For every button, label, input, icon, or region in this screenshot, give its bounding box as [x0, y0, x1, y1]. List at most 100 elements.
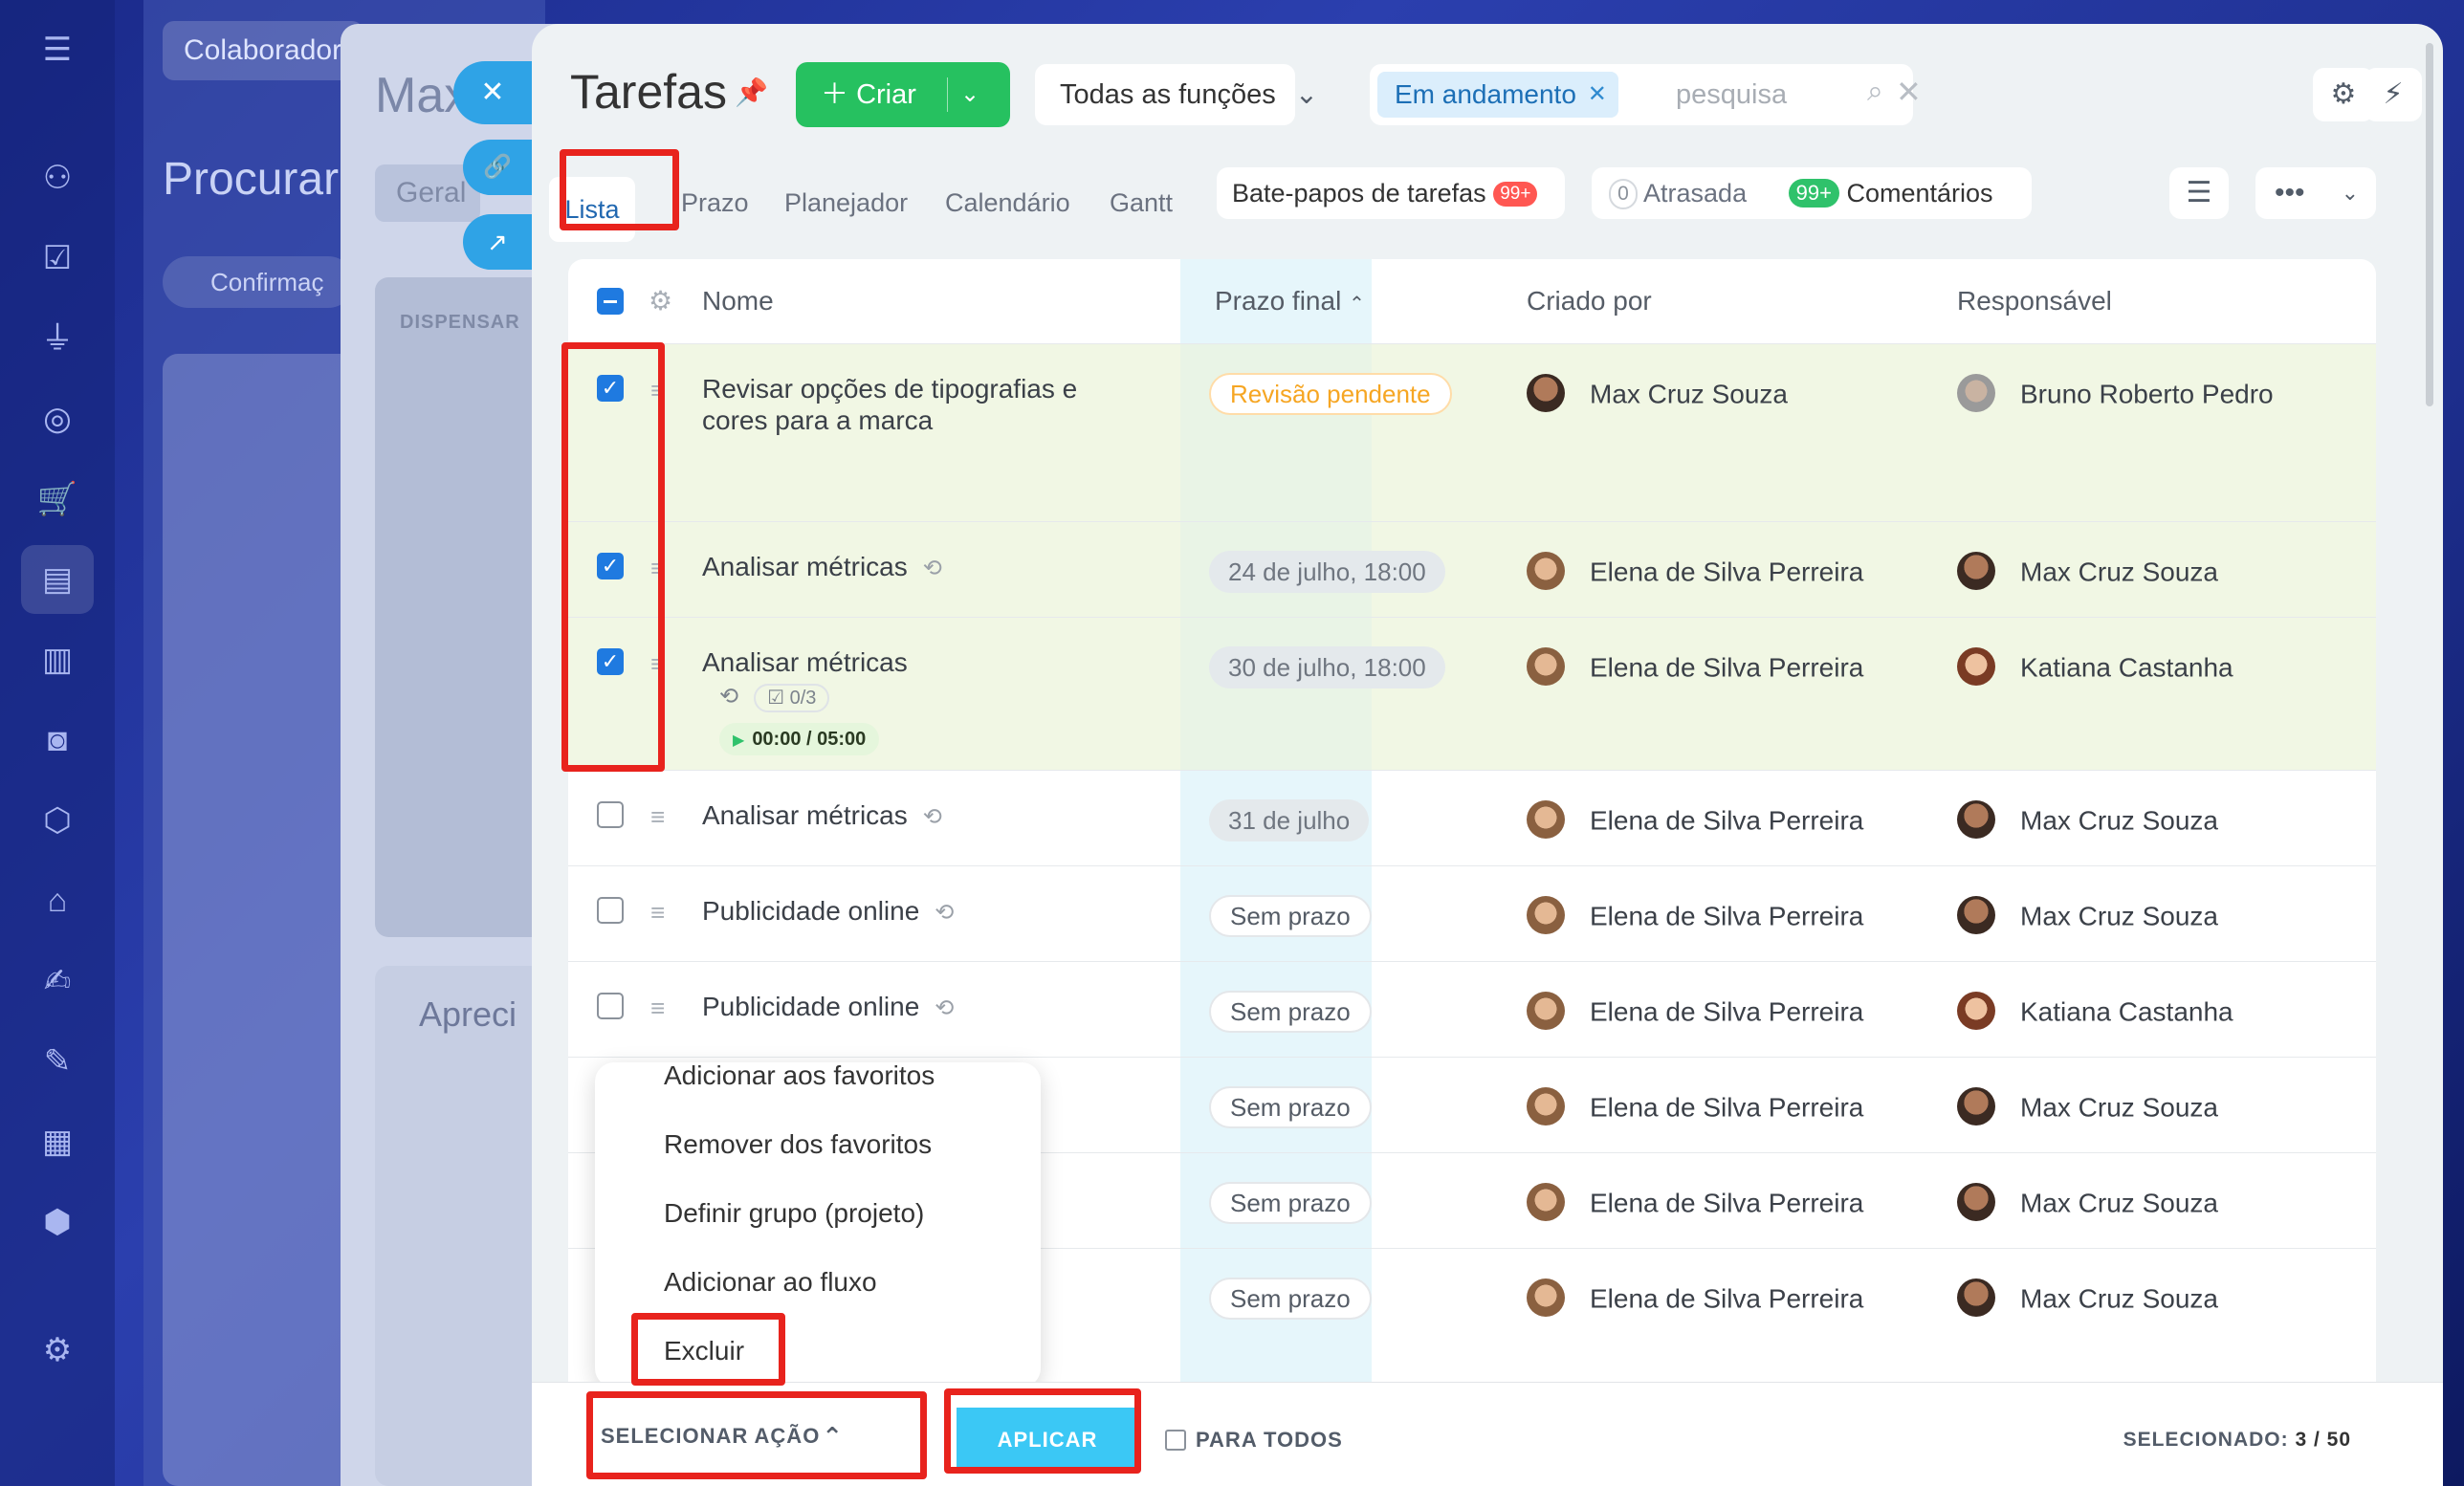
- tab-gantt[interactable]: Gantt: [1110, 188, 1173, 218]
- table-row[interactable]: ≡ Publicidade online ⟲ Sem prazo Elena de…: [568, 961, 2376, 1057]
- table-row[interactable]: ✓ ≡ Revisar opções de tipografias e core…: [568, 343, 2376, 521]
- target-icon[interactable]: ◎: [36, 398, 78, 440]
- close-slider-button[interactable]: ✕: [453, 61, 532, 124]
- tab-calendario[interactable]: Calendário: [945, 188, 1070, 218]
- calendar-icon[interactable]: ▦: [36, 1121, 78, 1163]
- responsible[interactable]: Max Cruz Souza: [1957, 1183, 2218, 1224]
- task-chats-counter[interactable]: Bate-papos de tarefas 99+: [1217, 167, 1565, 219]
- column-settings-icon[interactable]: ⚙: [649, 259, 672, 343]
- more-options-button[interactable]: ••• ⌄: [2255, 167, 2376, 219]
- created-by[interactable]: Elena de Silva Perreira: [1527, 647, 1863, 688]
- copy-link-button[interactable]: 🔗: [463, 140, 532, 195]
- open-new-window-button[interactable]: ↗: [463, 214, 532, 270]
- menu-icon[interactable]: ☰: [36, 29, 78, 71]
- sign-icon[interactable]: ✍: [36, 960, 78, 1002]
- search-icon[interactable]: ⌕: [1867, 76, 1883, 108]
- row-checkbox[interactable]: [597, 897, 624, 924]
- drag-handle-icon[interactable]: ≡: [650, 900, 677, 925]
- table-row[interactable]: ✓ ≡ Analisar métricas ⟲ ☑ 0/3 ▶ 00:00 / 05…: [568, 617, 2376, 770]
- responsible[interactable]: Max Cruz Souza: [1957, 800, 2218, 841]
- responsible[interactable]: Max Cruz Souza: [1957, 552, 2218, 593]
- created-by[interactable]: Elena de Silva Perreira: [1527, 1087, 1863, 1128]
- clear-search-icon[interactable]: ✕: [1896, 74, 1922, 110]
- menu-item-remove-favorites[interactable]: Remover dos favoritos: [664, 1129, 932, 1160]
- responsible[interactable]: Max Cruz Souza: [1957, 1087, 2218, 1128]
- created-by[interactable]: Elena de Silva Perreira: [1527, 552, 1863, 593]
- funnel-icon[interactable]: ⏚: [36, 317, 78, 360]
- task-name[interactable]: Publicidade online ⟲: [702, 991, 1142, 1024]
- deadline-badge[interactable]: Revisão pendente: [1209, 373, 1452, 415]
- automation-button[interactable]: ⚡: [2365, 68, 2422, 121]
- play-icon[interactable]: ▶: [733, 732, 744, 749]
- search-box[interactable]: Em andamento ✕ pesquisa ⌕ ✕: [1370, 64, 1922, 125]
- responsible[interactable]: Katiana Castanha: [1957, 992, 2233, 1033]
- deadline-badge[interactable]: 31 de julho: [1209, 799, 1370, 841]
- checklist-badge[interactable]: ☑ 0/3: [754, 684, 830, 712]
- deadline-badge[interactable]: Sem prazo: [1209, 895, 1372, 937]
- created-by[interactable]: Elena de Silva Perreira: [1527, 896, 1863, 937]
- chevron-down-icon[interactable]: ⌄: [2342, 167, 2359, 219]
- task-name[interactable]: Analisar métricas ⟲: [702, 551, 1142, 584]
- filter-chip-in-progress[interactable]: Em andamento ✕: [1377, 72, 1618, 118]
- created-by[interactable]: Elena de Silva Perreira: [1527, 1278, 1863, 1320]
- deadline-badge[interactable]: Sem prazo: [1209, 1086, 1372, 1128]
- drag-handle-icon[interactable]: ≡: [650, 995, 677, 1020]
- for-all-checkbox-box[interactable]: [1165, 1430, 1186, 1451]
- remove-filter-icon[interactable]: ✕: [1588, 72, 1607, 118]
- pin-icon[interactable]: 📌: [735, 76, 768, 108]
- chevron-down-icon[interactable]: ⌄: [960, 62, 979, 127]
- deadline-badge[interactable]: 24 de julho, 18:00: [1209, 551, 1445, 593]
- deadline-badge[interactable]: 30 de julho, 18:00: [1209, 646, 1445, 688]
- task-name[interactable]: Publicidade online ⟲: [702, 895, 1142, 929]
- hexagon-icon[interactable]: ⬢: [36, 1201, 78, 1243]
- scrollbar[interactable]: [2426, 43, 2433, 406]
- responsible[interactable]: Bruno Roberto Pedro: [1957, 374, 2274, 415]
- task-name[interactable]: Analisar métricas: [702, 646, 1085, 678]
- column-header-deadline[interactable]: Prazo final ⌃: [1215, 259, 1365, 343]
- for-all-checkbox[interactable]: PARA TODOS: [1165, 1383, 1343, 1486]
- task-name[interactable]: Revisar opções de tipografias e cores pa…: [702, 373, 1085, 436]
- created-by[interactable]: Max Cruz Souza: [1527, 374, 1788, 415]
- table-row[interactable]: ≡ Analisar métricas ⟲ 31 de julho Elena d…: [568, 770, 2376, 865]
- settings-icon[interactable]: ⚙: [36, 1329, 78, 1371]
- menu-item-add-favorites[interactable]: Adicionar aos favoritos: [664, 1062, 935, 1091]
- column-header-created-by[interactable]: Criado por: [1527, 259, 1652, 343]
- responsible[interactable]: Katiana Castanha: [1957, 647, 2233, 688]
- roles-dropdown[interactable]: Todas as funções ⌄: [1035, 64, 1318, 125]
- column-header-name[interactable]: Nome: [702, 259, 774, 343]
- tab-planejador[interactable]: Planejador: [784, 188, 908, 218]
- time-tracker[interactable]: ▶ 00:00 / 05:00: [719, 723, 880, 755]
- robot-icon[interactable]: ◙: [36, 719, 78, 761]
- select-all-checkbox[interactable]: [597, 288, 624, 315]
- created-by[interactable]: Elena de Silva Perreira: [1527, 992, 1863, 1033]
- tab-prazo[interactable]: Prazo: [681, 188, 749, 218]
- comments-counter[interactable]: 99+ Comentários: [1788, 179, 1993, 208]
- created-by[interactable]: Elena de Silva Perreira: [1527, 1183, 1863, 1224]
- drag-handle-icon[interactable]: ≡: [650, 804, 677, 829]
- store-icon[interactable]: ⌂: [36, 880, 78, 922]
- menu-item-set-group[interactable]: Definir grupo (projeto): [664, 1198, 924, 1229]
- menu-item-add-to-flow[interactable]: Adicionar ao fluxo: [664, 1267, 877, 1298]
- overdue-counter[interactable]: 0 Atrasada: [1609, 179, 1747, 209]
- create-task-button[interactable]: ＋ Criar ⌄: [796, 62, 1010, 127]
- list-view-button[interactable]: ☰: [2169, 167, 2229, 219]
- search-input[interactable]: pesquisa: [1676, 64, 1787, 125]
- responsible[interactable]: Max Cruz Souza: [1957, 1278, 2218, 1320]
- document-icon[interactable]: ✎: [36, 1040, 78, 1082]
- deadline-badge[interactable]: Sem prazo: [1209, 1278, 1372, 1320]
- employees-icon[interactable]: ▤: [21, 545, 94, 614]
- table-row[interactable]: ✓ ≡ Analisar métricas ⟲ 24 de julho, 18:0…: [568, 521, 2376, 617]
- analytics-icon[interactable]: ▥: [36, 639, 78, 681]
- tasks-icon[interactable]: ☑: [36, 237, 78, 279]
- task-name[interactable]: Analisar métricas ⟲: [702, 799, 1142, 833]
- table-row[interactable]: ≡ Publicidade online ⟲ Sem prazo Elena de…: [568, 865, 2376, 961]
- created-by[interactable]: Elena de Silva Perreira: [1527, 800, 1863, 841]
- cart-icon[interactable]: 🛒: [36, 478, 78, 520]
- deadline-badge[interactable]: Sem prazo: [1209, 991, 1372, 1033]
- column-header-responsible[interactable]: Responsável: [1957, 259, 2112, 343]
- box-icon[interactable]: ⬡: [36, 799, 78, 841]
- responsible[interactable]: Max Cruz Souza: [1957, 896, 2218, 937]
- row-checkbox[interactable]: [597, 993, 624, 1019]
- row-checkbox[interactable]: [597, 801, 624, 828]
- deadline-badge[interactable]: Sem prazo: [1209, 1182, 1372, 1224]
